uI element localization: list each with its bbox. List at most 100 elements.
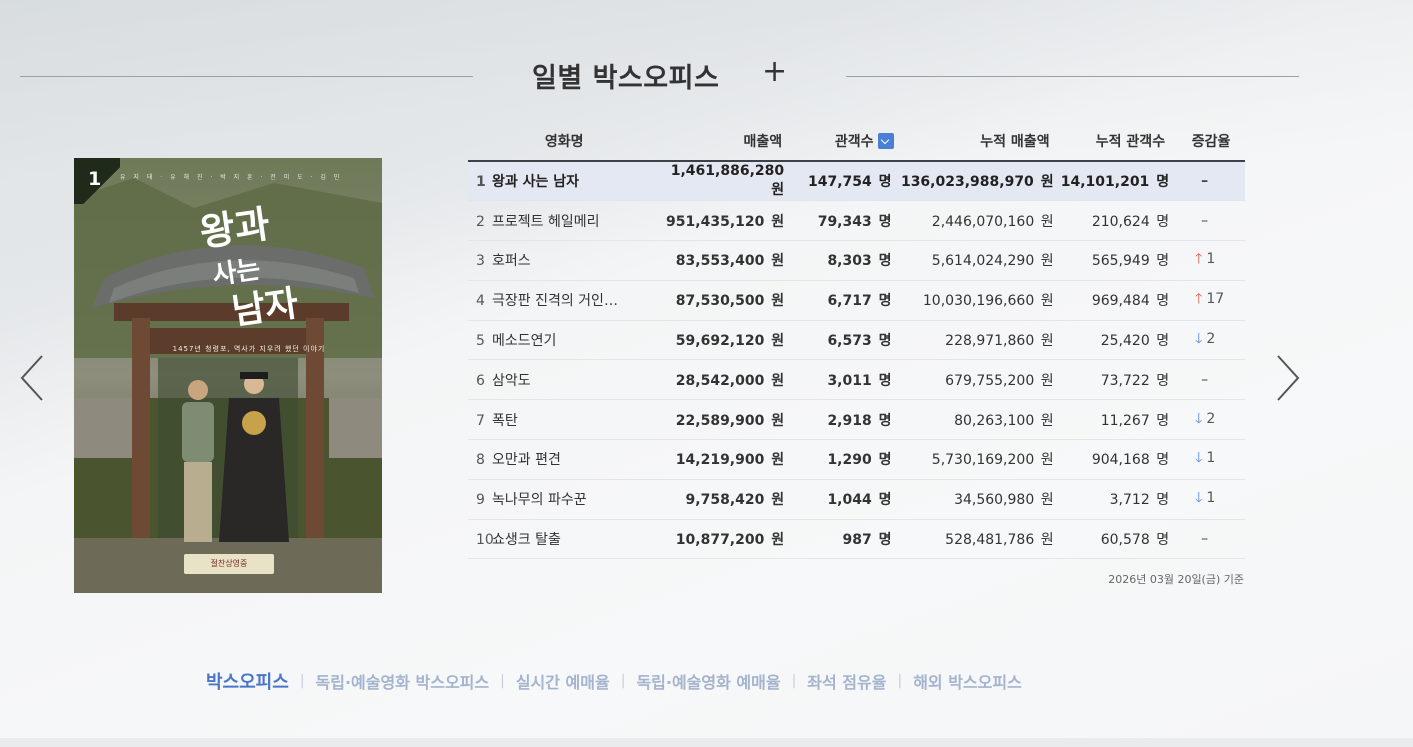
next-button[interactable] — [1272, 353, 1302, 403]
movie-title[interactable]: 삼악도 — [492, 373, 531, 389]
movie-name-cell[interactable]: 9 녹나무의 파수꾼 — [468, 479, 661, 520]
table-row[interactable]: 2 프로젝트 헤일메리 951,435,120 원 79,343 명 2,446,070… — [468, 200, 1245, 242]
cum-audience-cell: 210,624 명 — [1059, 200, 1178, 242]
movie-name-cell[interactable]: 6 삼악도 — [468, 359, 661, 401]
cum-audience-cell: 25,420 명 — [1059, 320, 1178, 361]
rank-number: 2 — [476, 213, 485, 230]
table-row[interactable]: 1 왕과 사는 남자 1,461,886,280 원 147,754 명 136,023… — [468, 161, 1245, 202]
change-value: 1 — [1206, 490, 1216, 507]
table-row[interactable]: 3 호퍼스 83,553,400 원 8,303 명 5,614,024,290 원 56… — [468, 240, 1245, 281]
people-unit: 명 — [878, 412, 892, 429]
tab-1[interactable]: 독립·예술영화 박스오피스 — [316, 669, 490, 693]
table-row[interactable]: 8 오만과 편견 14,219,900 원 1,290 명 5,730,169,200 … — [468, 439, 1245, 480]
movie-name-cell[interactable]: 7 폭탄 — [468, 399, 661, 441]
sort-down-icon[interactable] — [877, 132, 894, 149]
cum-sales-cell: 80,263,100 원 — [897, 399, 1060, 441]
movie-name-cell[interactable]: 8 오만과 편견 — [468, 439, 661, 480]
movie-poster[interactable]: 왕과 사는 남자 1 유 지 태 · 유 해 진 · 박 지 훈 · 전 미 도… — [74, 158, 382, 593]
tab-separator: | — [897, 673, 903, 689]
won-unit: 원 — [771, 532, 785, 549]
box-office-tabs: 박스오피스 | 독립·예술영화 박스오피스 | 실시간 예매율 | 독립·예술영화 예매율 |… — [206, 667, 1206, 695]
more-button[interactable]: + — [762, 54, 787, 89]
movie-title[interactable]: 폭탄 — [492, 413, 518, 429]
people-unit: 명 — [1156, 333, 1170, 350]
col-header-audience[interactable]: 관객수 — [790, 121, 898, 162]
sales-value: 28,542,000 — [675, 372, 765, 389]
movie-title[interactable]: 왕과 사는 남자 — [492, 174, 579, 190]
cum-sales-cell: 5,614,024,290 원 — [897, 240, 1060, 281]
dash-icon: – — [1201, 531, 1209, 548]
col-header-cum-sales: 누적 매출액 — [897, 121, 1060, 162]
change-value: 2 — [1206, 331, 1216, 348]
change-cell: 🡓 1 — [1177, 479, 1245, 520]
people-unit: 명 — [1156, 293, 1170, 310]
table-row[interactable]: 10쇼생크 탈출 10,877,200 원 987 명 528,481,786 원 60… — [468, 519, 1245, 560]
movie-title[interactable]: 메소드연기 — [492, 333, 556, 349]
sales-cell: 9,758,420 원 — [660, 479, 791, 520]
change-value: 1 — [1206, 251, 1216, 268]
people-unit: 명 — [878, 174, 892, 191]
tab-separator: | — [620, 673, 626, 689]
movie-title[interactable]: 쇼생크 탈출 — [492, 532, 561, 548]
cum-sales-cell: 10,030,196,660 원 — [897, 280, 1060, 321]
table-row[interactable]: 7 폭탄 22,589,900 원 2,918 명 80,263,100 원 11,267… — [468, 399, 1245, 441]
sales-value: 9,758,420 — [685, 492, 765, 509]
cum-audience-value: 904,168 — [1091, 452, 1150, 469]
people-unit: 명 — [878, 253, 892, 270]
cum-audience-cell: 14,101,201 명 — [1059, 161, 1178, 202]
table-row[interactable]: 5 메소드연기 59,692,120 원 6,573 명 228,971,860 원 25… — [468, 320, 1245, 361]
cum-sales-value: 80,263,100 — [954, 412, 1035, 429]
change-cell: 🡓 1 — [1177, 439, 1245, 480]
cum-sales-cell: 136,023,988,970 원 — [897, 161, 1060, 202]
people-unit: 명 — [878, 452, 892, 469]
prev-button[interactable] — [18, 353, 48, 403]
movie-title[interactable]: 극장판 진격의 거인… — [492, 293, 618, 309]
tab-2[interactable]: 실시간 예매율 — [516, 669, 610, 693]
tab-5[interactable]: 해외 박스오피스 — [913, 669, 1022, 693]
col-header-change: 증감율 — [1177, 121, 1245, 162]
people-unit: 명 — [878, 293, 892, 310]
change-cell: – — [1177, 519, 1245, 560]
cum-sales-value: 228,971,860 — [945, 333, 1035, 350]
audience-cell: 8,303 명 — [790, 240, 898, 281]
movie-name-cell[interactable]: 4 극장판 진격의 거인… — [468, 280, 661, 321]
movie-name-cell[interactable]: 5 메소드연기 — [468, 320, 661, 361]
cum-audience-cell: 565,949 명 — [1059, 240, 1178, 281]
won-unit: 원 — [1040, 174, 1054, 191]
table-row[interactable]: 9 녹나무의 파수꾼 9,758,420 원 1,044 명 34,560,980 원3… — [468, 479, 1245, 520]
people-unit: 명 — [1156, 372, 1170, 389]
movie-title[interactable]: 오만과 편견 — [492, 452, 561, 468]
arrow-down-icon: 🡓 — [1195, 490, 1203, 507]
change-cell: 🡓 2 — [1177, 399, 1245, 441]
won-unit: 원 — [1040, 492, 1054, 509]
people-unit: 명 — [878, 492, 892, 509]
tab-3[interactable]: 독립·예술영화 예매율 — [636, 669, 780, 693]
tab-4[interactable]: 좌석 점유율 — [807, 669, 886, 693]
sales-value: 10,877,200 — [675, 532, 765, 549]
sales-cell: 87,530,500 원 — [660, 280, 791, 321]
col-header-sales: 매출액 — [660, 121, 791, 162]
arrow-up-icon: 🡑 — [1195, 291, 1203, 308]
cum-sales-cell: 228,971,860 원 — [897, 320, 1060, 361]
movie-name-cell[interactable]: 10쇼생크 탈출 — [468, 519, 661, 560]
movie-name-cell[interactable]: 3 호퍼스 — [468, 240, 661, 281]
bottom-bar — [0, 738, 1413, 747]
dash-icon: – — [1201, 212, 1209, 229]
sales-value: 951,435,120 — [666, 213, 765, 230]
movie-title[interactable]: 호퍼스 — [492, 253, 531, 269]
table-row[interactable]: 4 극장판 진격의 거인… 87,530,500 원 6,717 명 10,030,19… — [468, 280, 1245, 321]
movie-title[interactable]: 프로젝트 헤일메리 — [492, 214, 600, 230]
people-unit: 명 — [878, 213, 892, 230]
people-unit: 명 — [1156, 213, 1170, 230]
table-row[interactable]: 6 삼악도 28,542,000 원 3,011 명 679,755,200 원 73,7… — [468, 359, 1245, 401]
cum-sales-cell: 5,730,169,200 원 — [897, 439, 1060, 480]
chevron-left-icon — [20, 355, 43, 401]
sales-cell: 1,461,886,280 원 — [660, 161, 791, 202]
movie-name-cell[interactable]: 2 프로젝트 헤일메리 — [468, 200, 661, 242]
movie-name-cell[interactable]: 1 왕과 사는 남자 — [468, 161, 661, 202]
audience-cell: 1,290 명 — [790, 439, 898, 480]
tab-0[interactable]: 박스오피스 — [206, 668, 289, 694]
audience-value: 79,343 — [817, 213, 872, 230]
dash-icon: – — [1201, 173, 1209, 190]
movie-title[interactable]: 녹나무의 파수꾼 — [492, 492, 587, 508]
